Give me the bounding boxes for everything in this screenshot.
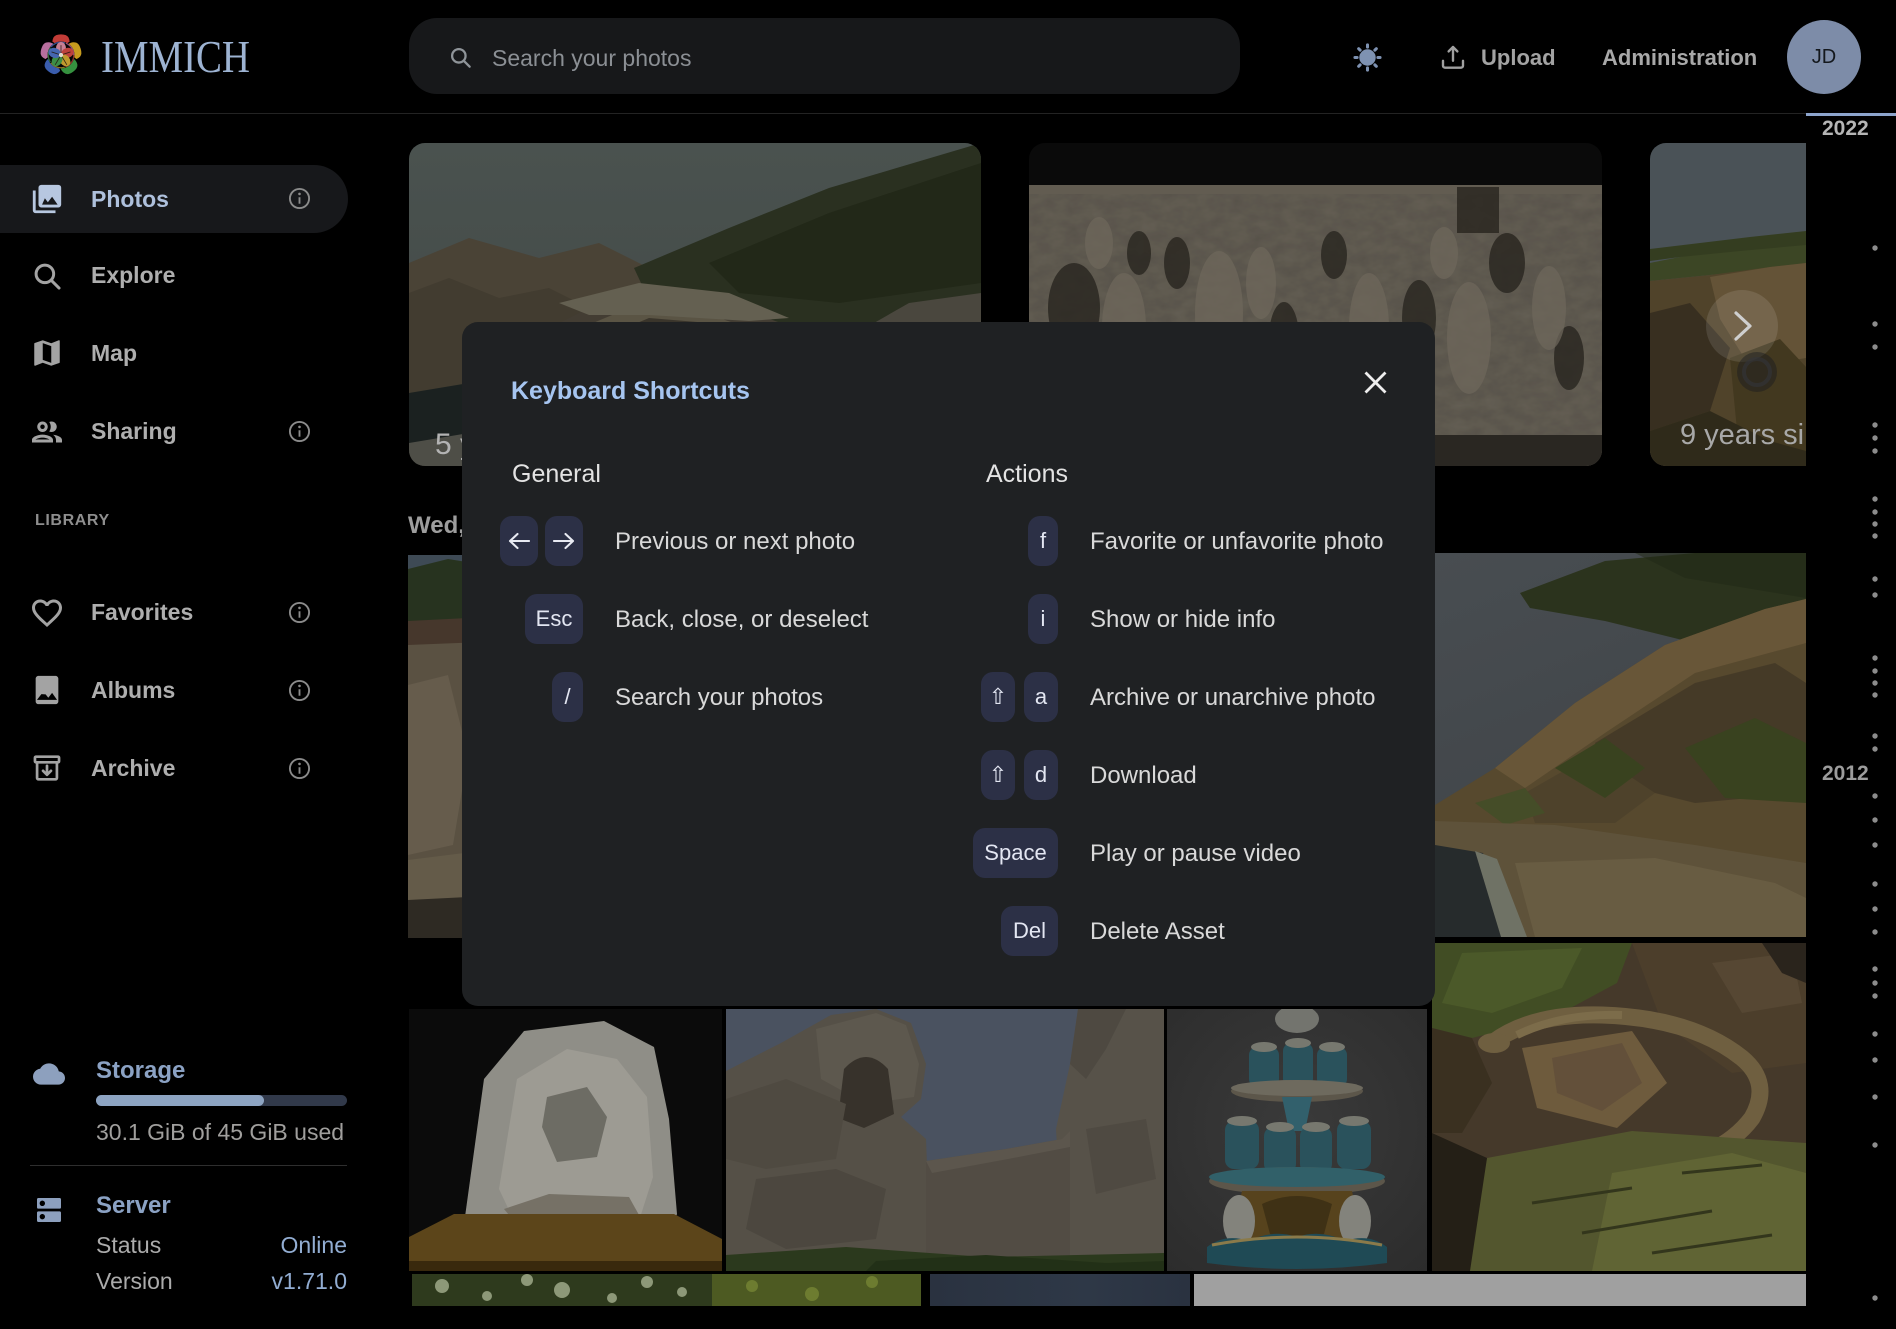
- svg-text:9 years si: 9 years si: [1680, 419, 1804, 451]
